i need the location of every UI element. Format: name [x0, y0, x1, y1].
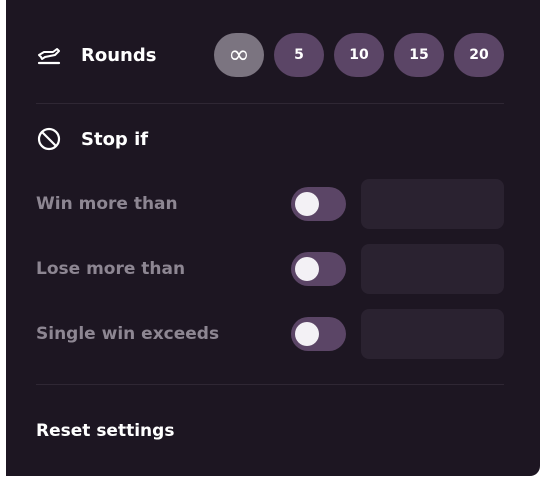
toggle-knob — [295, 192, 319, 216]
plane-takeoff-icon — [36, 42, 62, 68]
stop-if-header: Stop if — [36, 124, 504, 154]
round-option-infinite[interactable]: ∞ — [214, 33, 264, 77]
condition-win-more-than: Win more than — [36, 179, 504, 229]
reset-row: Reset settings — [36, 417, 504, 445]
condition-label: Win more than — [36, 194, 178, 214]
rounds-options: ∞ 5 10 15 20 — [214, 33, 504, 77]
reset-settings-button[interactable]: Reset settings — [36, 421, 174, 441]
round-option-15[interactable]: 15 — [394, 33, 444, 77]
prohibited-icon — [36, 126, 62, 152]
win-more-than-input[interactable] — [361, 179, 504, 229]
condition-lose-more-than: Lose more than — [36, 244, 504, 294]
toggle-knob — [295, 322, 319, 346]
rounds-label: Rounds — [81, 44, 157, 66]
lose-more-than-input[interactable] — [361, 244, 504, 294]
lose-more-than-toggle[interactable] — [291, 252, 346, 286]
divider — [36, 103, 504, 104]
infinity-icon: ∞ — [228, 40, 250, 70]
condition-label: Lose more than — [36, 259, 186, 279]
round-option-20[interactable]: 20 — [454, 33, 504, 77]
toggle-knob — [295, 257, 319, 281]
round-option-5[interactable]: 5 — [274, 33, 324, 77]
round-option-10[interactable]: 10 — [334, 33, 384, 77]
rounds-row: Rounds ∞ 5 10 15 20 — [36, 33, 504, 77]
divider — [36, 384, 504, 385]
condition-label: Single win exceeds — [36, 324, 220, 344]
stop-if-label: Stop if — [81, 128, 149, 150]
single-win-exceeds-input[interactable] — [361, 309, 504, 359]
single-win-exceeds-toggle[interactable] — [291, 317, 346, 351]
win-more-than-toggle[interactable] — [291, 187, 346, 221]
condition-single-win-exceeds: Single win exceeds — [36, 309, 504, 359]
autoplay-settings-panel: Rounds ∞ 5 10 15 20 Stop if Win more tha… — [6, 0, 540, 476]
